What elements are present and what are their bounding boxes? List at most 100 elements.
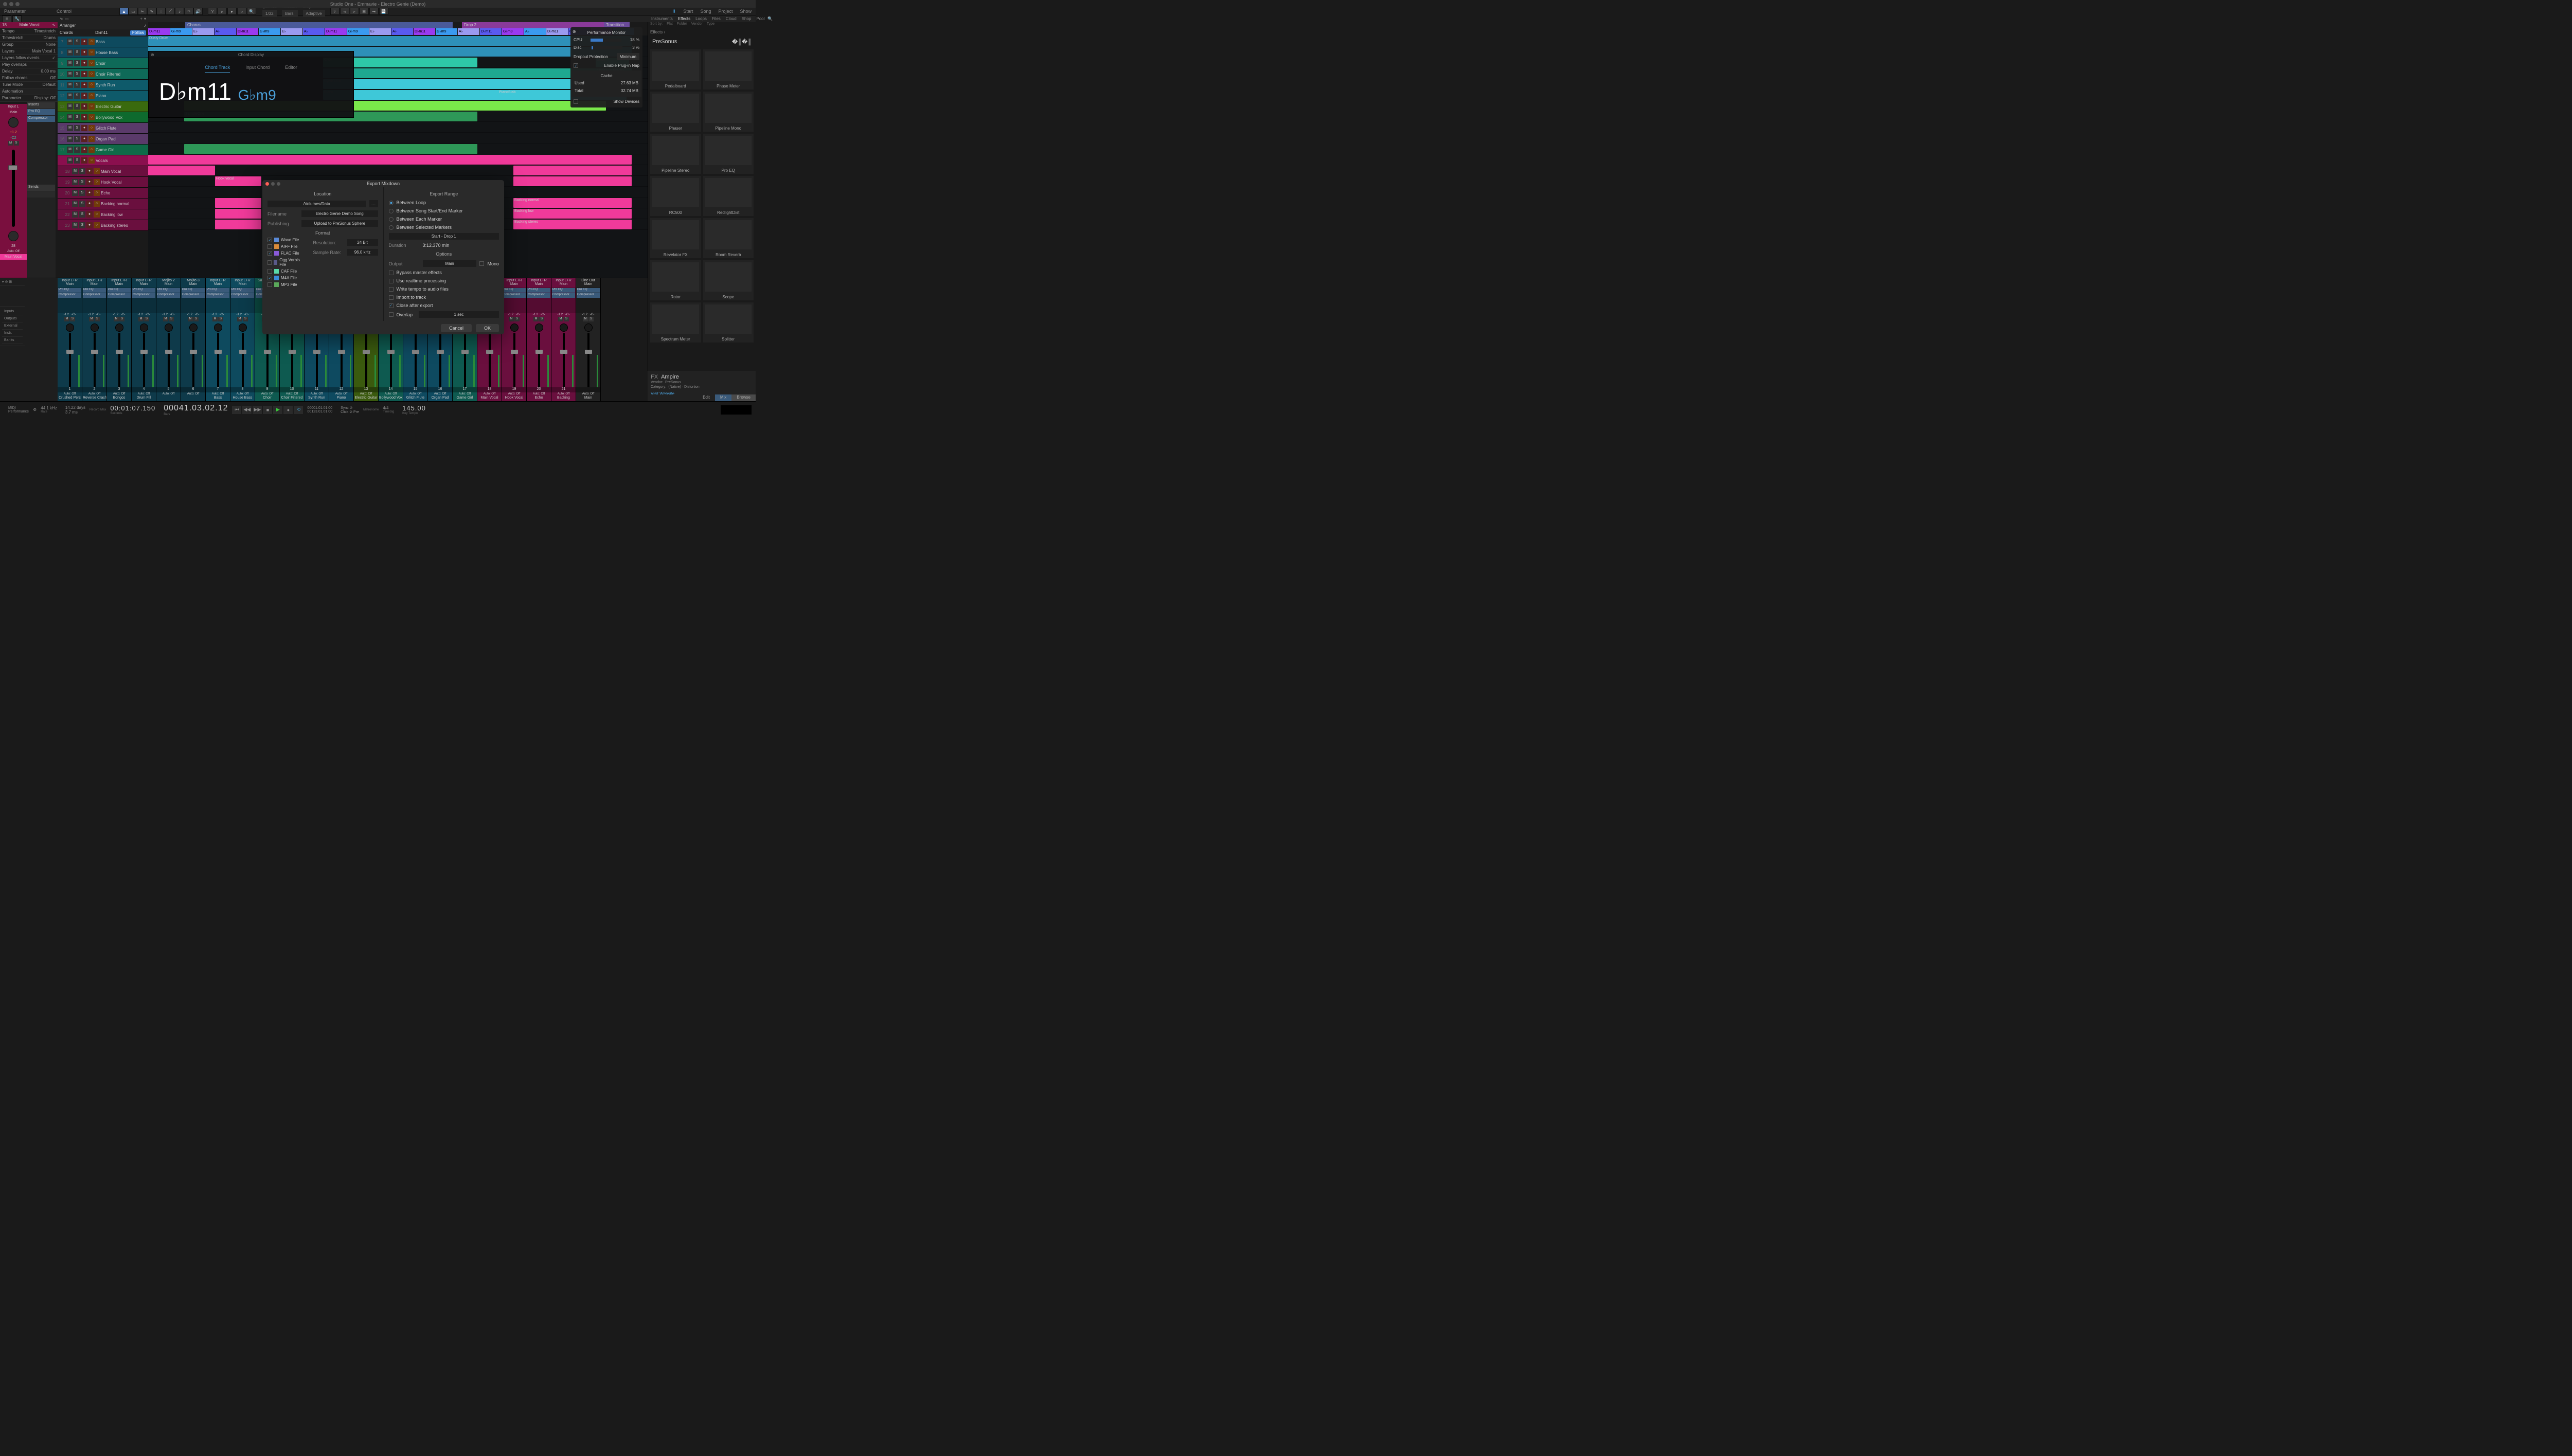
- settings-icon[interactable]: �║�║: [732, 39, 752, 45]
- arrow-tool-icon[interactable]: ▲: [119, 8, 129, 15]
- channel-name[interactable]: Choir Filtered: [280, 396, 304, 401]
- channel-fader[interactable]: [230, 333, 255, 387]
- track-name[interactable]: Backing low: [101, 212, 123, 217]
- insert-slot[interactable]: Compressor: [577, 293, 600, 298]
- time-seconds[interactable]: 00:01:07.150: [110, 404, 155, 412]
- chord-block[interactable]: E♭: [281, 28, 302, 35]
- split-tool-icon[interactable]: ✂: [138, 8, 147, 15]
- channel-name[interactable]: Reverse Crash: [82, 396, 106, 401]
- format-check[interactable]: [267, 244, 272, 249]
- record-arm-button[interactable]: ●: [86, 168, 93, 174]
- search-icon[interactable]: 🔍: [767, 16, 773, 21]
- samplerate-select[interactable]: 96.0 kHz: [347, 249, 378, 256]
- monitor-button[interactable]: ○: [94, 222, 100, 228]
- inspector-value[interactable]: ✓: [52, 56, 56, 61]
- track-header[interactable]: 8MS●○House Bass: [58, 47, 148, 58]
- chord-block[interactable]: G♭m9: [170, 28, 192, 35]
- pan-knob[interactable]: [8, 117, 19, 128]
- track-name[interactable]: Organ Pad: [96, 137, 116, 141]
- clip[interactable]: [215, 220, 261, 229]
- channel-name[interactable]: Choir: [255, 396, 279, 401]
- gain-knob[interactable]: [8, 231, 19, 241]
- monitor-button[interactable]: ○: [88, 147, 95, 153]
- next-button[interactable]: ▶▶: [253, 406, 262, 414]
- sort-folder[interactable]: Folder: [677, 22, 687, 28]
- insert-slot[interactable]: Compressor: [132, 293, 155, 298]
- record-arm-button[interactable]: ●: [81, 71, 87, 77]
- solo-button[interactable]: S: [564, 317, 569, 321]
- export-publishing[interactable]: Upload to PreSonus Sphere: [301, 220, 378, 227]
- chord-block[interactable]: G♭m9: [259, 28, 280, 35]
- format-check[interactable]: [267, 260, 272, 265]
- solo-button[interactable]: S: [243, 317, 248, 321]
- mixer-channel[interactable]: Input L+RMain Pro EQCompressor -1.2 -C- …: [107, 278, 132, 401]
- inspector-value[interactable]: Main Vocal 1: [32, 49, 56, 54]
- track-header[interactable]: 19MS●○Hook Vocal: [58, 177, 148, 188]
- channel-name[interactable]: Electric Guitar: [354, 396, 378, 401]
- inspector-value[interactable]: Drums: [43, 35, 56, 41]
- tab-chord-track[interactable]: Chord Track: [205, 65, 230, 73]
- solo-button[interactable]: S: [79, 222, 85, 228]
- time-bars[interactable]: 00041.03.02.12: [164, 404, 228, 413]
- chord-block[interactable]: G♭m9: [347, 28, 369, 35]
- solo-button[interactable]: S: [74, 103, 80, 110]
- channel-fader[interactable]: [156, 333, 181, 387]
- channel-name[interactable]: Bongos: [107, 396, 131, 401]
- group-icon[interactable]: ▭: [65, 16, 69, 21]
- monitor-button[interactable]: ○: [94, 168, 100, 174]
- mute-button[interactable]: M: [67, 147, 73, 153]
- monitor-button[interactable]: ○: [88, 103, 95, 110]
- channel-fader[interactable]: [403, 333, 427, 387]
- export-mixdown-dialog[interactable]: Export Mixdown Location /Volumes/Data… F…: [262, 180, 504, 334]
- save-btn[interactable]: 💾: [379, 8, 388, 15]
- clip[interactable]: Backing normal: [513, 198, 632, 208]
- insert-slot[interactable]: Compressor: [27, 116, 55, 122]
- track-name[interactable]: Main Vocal: [101, 169, 121, 174]
- option-check[interactable]: [389, 287, 394, 292]
- chord-block[interactable]: D♭m11: [325, 28, 347, 35]
- track-header[interactable]: 22MS●○Backing low: [58, 209, 148, 220]
- channel-name[interactable]: Crushed Perc: [58, 396, 82, 401]
- action-btn-3[interactable]: ▸: [227, 8, 237, 15]
- solo-button[interactable]: S: [588, 317, 594, 321]
- insert-slot[interactable]: Pro EQ: [132, 288, 155, 293]
- mute-button[interactable]: M: [72, 222, 78, 228]
- browser-tab-pool[interactable]: Pool: [754, 16, 766, 21]
- pan-knob[interactable]: [165, 323, 173, 332]
- send-slot[interactable]: [27, 191, 55, 197]
- record-arm-button[interactable]: ●: [81, 125, 87, 131]
- solo-button[interactable]: S: [74, 157, 80, 164]
- nav-start[interactable]: Start: [683, 9, 693, 14]
- mixer-view-banks[interactable]: Banks: [2, 337, 23, 344]
- clip[interactable]: Backing low: [513, 209, 632, 219]
- plugin-room-reverb[interactable]: Room Reverb: [703, 218, 754, 258]
- performance-monitor[interactable]: ⊗Performance Monitor CPU18 % Disc3 % Dro…: [570, 27, 642, 107]
- solo-button[interactable]: S: [79, 211, 85, 218]
- channel-fader[interactable]: [329, 333, 353, 387]
- nav-show[interactable]: Show: [740, 9, 752, 14]
- solo-button[interactable]: S: [514, 317, 520, 321]
- mute-button[interactable]: M: [89, 317, 94, 321]
- clip[interactable]: Backing stereo: [513, 220, 632, 229]
- track-header[interactable]: 13MS●○Electric Guitar: [58, 101, 148, 112]
- track-name[interactable]: Synth Run: [96, 83, 115, 87]
- browser-tab-cloud[interactable]: Cloud: [724, 16, 739, 21]
- plugin-redlightdist[interactable]: RedlightDist: [703, 176, 754, 216]
- channel-fader[interactable]: [206, 333, 230, 387]
- view-mix[interactable]: Mix: [715, 394, 731, 401]
- plugin-splitter[interactable]: Splitter: [703, 302, 754, 343]
- inspector-value[interactable]: Off: [50, 76, 56, 81]
- chord-block[interactable]: D♭m11: [546, 28, 568, 35]
- insert-slot[interactable]: Pro EQ: [108, 288, 131, 293]
- channel-fader[interactable]: [428, 333, 452, 387]
- record-arm-button[interactable]: ●: [81, 49, 87, 56]
- menu-control[interactable]: Control: [57, 9, 72, 14]
- channel-fader[interactable]: [255, 333, 279, 387]
- channel-name[interactable]: Synth Run: [305, 396, 329, 401]
- channel-name[interactable]: Echo: [527, 396, 551, 401]
- monitor-button[interactable]: ○: [88, 49, 95, 56]
- plugin-pedalboard[interactable]: Pedalboard: [650, 49, 701, 89]
- mixer-channel[interactable]: Input L+RMain Pro EQCompressor -1.2 -C- …: [230, 278, 255, 401]
- marker-chorus[interactable]: Chorus: [185, 22, 453, 28]
- mute-button[interactable]: M: [67, 82, 73, 88]
